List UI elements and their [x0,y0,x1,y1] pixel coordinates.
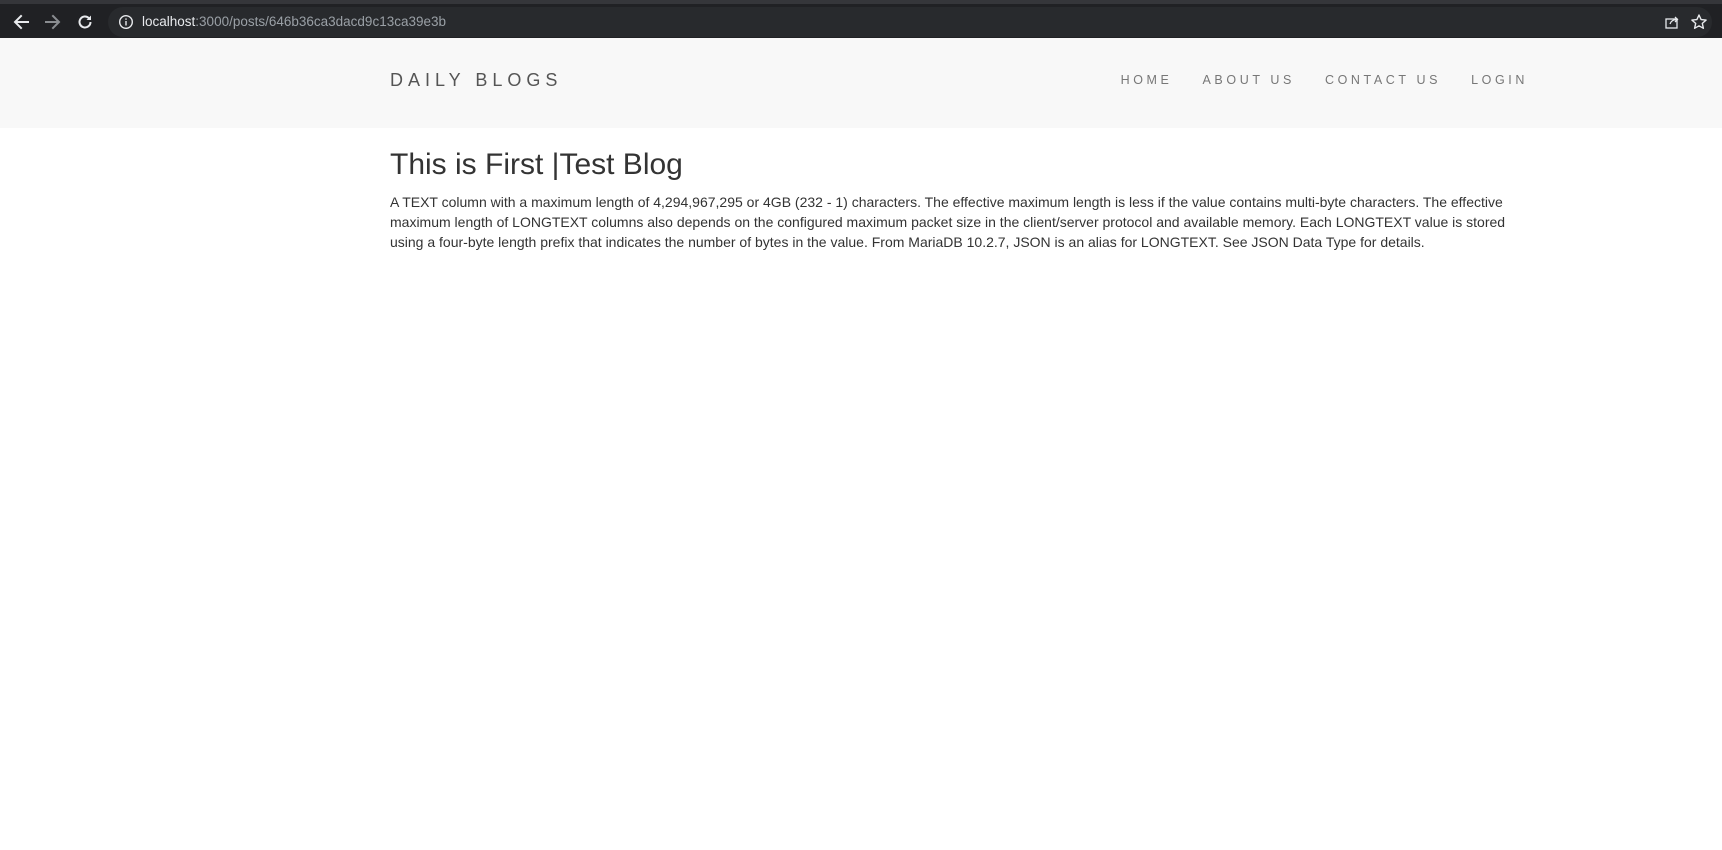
nav-login-link[interactable]: LOGIN [1471,72,1528,88]
url-host: localhost [142,14,196,29]
forward-arrow-icon[interactable] [42,11,64,33]
star-icon[interactable] [1690,13,1708,31]
browser-toolbar: localhost:3000/posts/646b36ca3dacd9c13ca… [0,0,1722,38]
url-path: :3000/posts/646b36ca3dacd9c13ca39e3b [195,14,447,29]
nav-contact-us-link[interactable]: CONTACT US [1325,72,1441,88]
reload-icon[interactable] [74,11,96,33]
post-content: This is First |Test Blog A TEXT column w… [390,148,1520,252]
nav-about-us-link[interactable]: ABOUT US [1203,72,1295,88]
post-body: A TEXT column with a maximum length of 4… [390,194,1506,250]
nav-home-link[interactable]: HOME [1121,72,1173,88]
main-nav: HOME ABOUT US CONTACT US LOGIN [1091,72,1528,88]
back-arrow-icon[interactable] [10,11,32,33]
post-title: This is First |Test Blog [390,148,683,181]
info-icon[interactable] [118,14,134,30]
url-text[interactable]: localhost:3000/posts/646b36ca3dacd9c13ca… [142,13,446,31]
address-bar[interactable]: localhost:3000/posts/646b36ca3dacd9c13ca… [108,7,1712,37]
site-header: DAILY BLOGS HOME ABOUT US CONTACT US LOG… [0,38,1722,128]
share-icon[interactable] [1664,14,1680,30]
brand-logo-link[interactable]: DAILY BLOGS [390,69,562,91]
